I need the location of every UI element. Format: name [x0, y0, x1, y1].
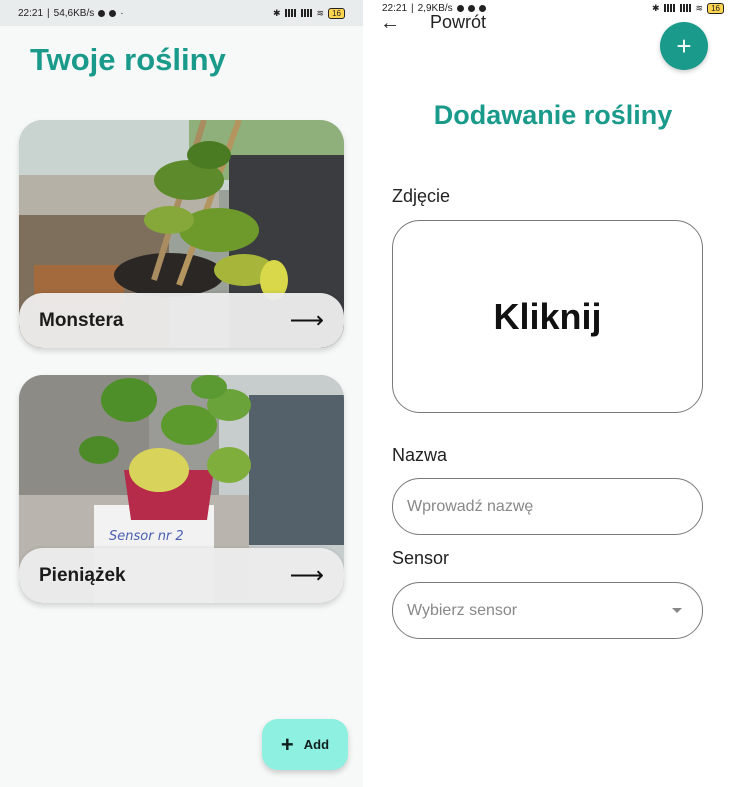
status-bar: 22:21 | 2,9KB/s ✱ ≋ 16: [372, 0, 734, 16]
bell-icon: [467, 4, 475, 12]
plant-name: Pieniążek: [39, 564, 126, 586]
add-plant-screen: 22:21 | 2,9KB/s ✱ ≋ 16 ← Powrót + Dodawa…: [372, 0, 734, 787]
plant-bar: Monstera ⟶: [19, 293, 344, 348]
arrow-left-icon[interactable]: ←: [380, 12, 400, 35]
arrow-right-icon[interactable]: ⟶: [290, 561, 324, 590]
add-plant-button[interactable]: + Add: [262, 719, 348, 770]
signal-icon: [663, 4, 676, 12]
name-input[interactable]: Wprowadź nazwę: [392, 478, 703, 535]
plants-list-screen: 22:21 | 54,6KB/s · ✱ ≋ 16 Twoje rośliny: [0, 0, 363, 787]
plus-icon[interactable]: +: [660, 22, 708, 70]
bluetooth-icon: ✱: [652, 2, 660, 13]
messenger-icon: [456, 4, 464, 12]
sensor-placeholder: Wybierz sensor: [407, 601, 518, 619]
photo-picker[interactable]: Kliknij: [392, 220, 703, 413]
plant-card-pieniazek[interactable]: Sensor nr 2 Pieniążek ⟶: [19, 375, 344, 603]
arrow-right-icon[interactable]: ⟶: [290, 306, 324, 335]
add-button-label: Add: [303, 737, 330, 752]
wifi-icon: ≋: [695, 2, 704, 13]
plant-card-monstera[interactable]: Monstera ⟶: [19, 120, 344, 348]
bluetooth-icon: ✱: [273, 7, 281, 18]
status-time: 22:21: [18, 7, 44, 19]
name-label: Nazwa: [392, 445, 448, 465]
status-speed: 54,6KB/s: [53, 7, 95, 19]
battery-icon: 16: [707, 2, 724, 14]
page-title: Twoje rośliny: [30, 42, 226, 77]
chevron-down-icon: [672, 608, 682, 613]
battery-icon: 16: [328, 7, 345, 19]
signal-icon-2: [300, 9, 313, 17]
note-text: Sensor nr 2: [109, 529, 184, 544]
plant-bar: Pieniążek ⟶: [19, 548, 344, 603]
youtube-icon: [478, 4, 486, 12]
photo-label: Zdjęcie: [392, 186, 451, 206]
plus-icon: +: [280, 731, 294, 757]
sensor-select[interactable]: Wybierz sensor: [392, 582, 703, 639]
status-bar: 22:21 | 54,6KB/s · ✱ ≋ 16: [0, 0, 363, 26]
name-placeholder: Wprowadź nazwę: [407, 497, 534, 515]
signal-icon-2: [679, 4, 692, 12]
back-button[interactable]: Powrót: [430, 12, 486, 33]
signal-icon: [284, 9, 297, 17]
photo-placeholder: Kliknij: [493, 295, 602, 337]
sensor-label: Sensor: [392, 548, 450, 568]
wifi-icon: ≋: [316, 7, 325, 18]
messenger-icon: [98, 9, 106, 17]
more-dot-icon: ·: [120, 7, 124, 19]
plant-name: Monstera: [39, 309, 124, 331]
bell-icon: [109, 9, 117, 17]
page-title: Dodawanie rośliny: [433, 100, 673, 130]
